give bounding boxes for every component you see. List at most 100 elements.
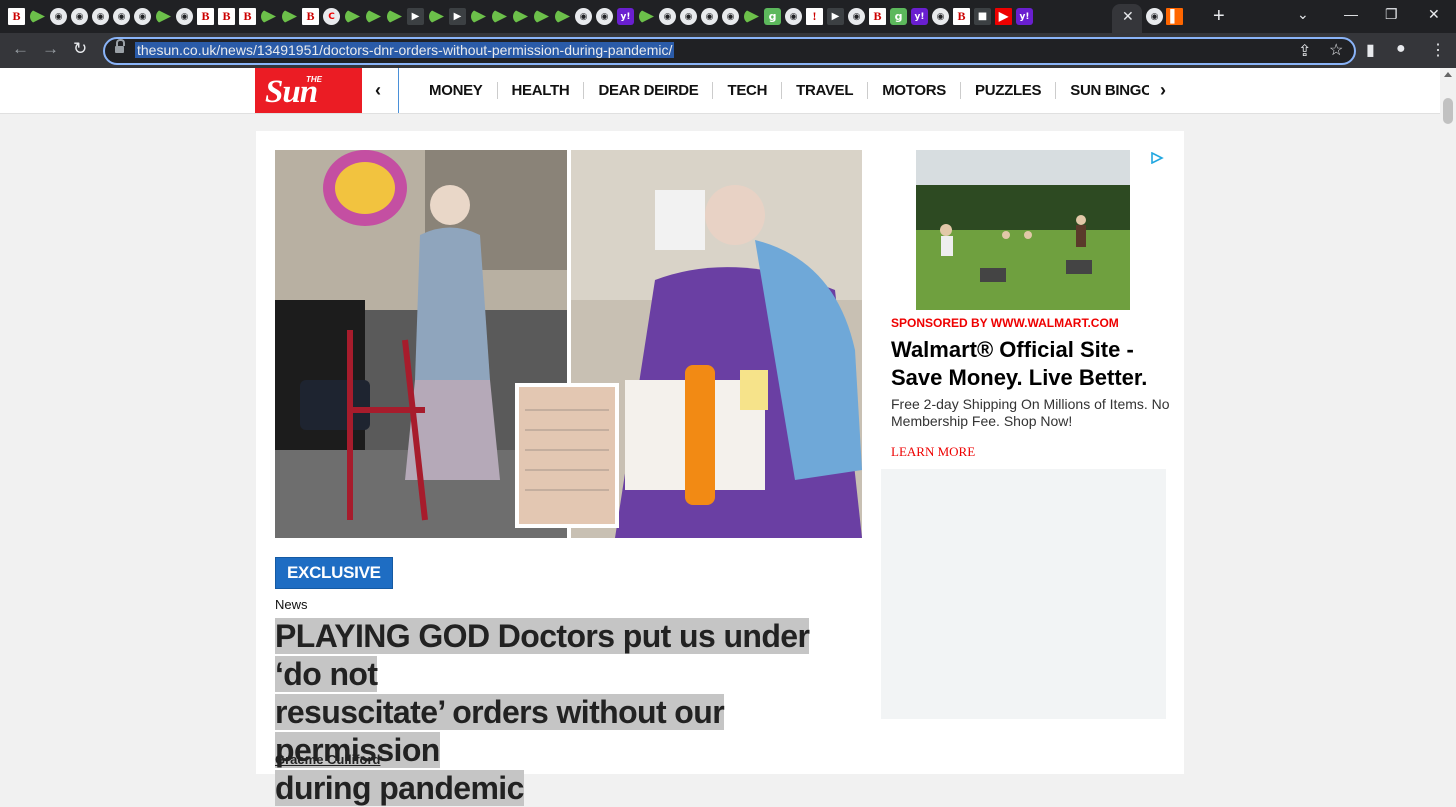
nav-item[interactable]: TRAVEL	[781, 82, 867, 99]
tab-globe-icon[interactable]: ◉	[1146, 8, 1163, 25]
tab-youtube-icon[interactable]: ▶	[995, 8, 1012, 25]
tab-bi-icon[interactable]: B	[218, 8, 235, 25]
tab-globe-icon[interactable]: ◉	[785, 8, 802, 25]
ad-photo	[916, 150, 1130, 310]
tab-globe-icon[interactable]: ◉	[596, 8, 613, 25]
tab-play-icon[interactable]	[344, 8, 361, 25]
tab-g-icon[interactable]: g	[890, 8, 907, 25]
star-icon[interactable]: ☆	[1329, 40, 1343, 60]
tab-globe-icon[interactable]: ◉	[932, 8, 949, 25]
tab-play-icon[interactable]	[638, 8, 655, 25]
nav-item[interactable]: SUN BINGO	[1055, 82, 1149, 99]
tab-play-icon[interactable]	[470, 8, 487, 25]
reload-icon[interactable]: ↻	[73, 39, 87, 59]
author-byline[interactable]: Graeme Culliford	[275, 752, 380, 767]
back-icon[interactable]: ←	[12, 39, 29, 59]
tab-globe-icon[interactable]: ◉	[134, 8, 151, 25]
tab-yahoo-icon[interactable]: y!	[617, 8, 634, 25]
close-window-icon[interactable]: ✕	[1428, 6, 1440, 23]
adchoices-icon[interactable]	[1150, 152, 1164, 164]
tab-globe-icon[interactable]: ◉	[848, 8, 865, 25]
page-scrollbar[interactable]	[1440, 68, 1456, 774]
profile-icon[interactable]: ●	[1396, 40, 1406, 58]
tab-arrow-icon[interactable]: ▶	[449, 8, 466, 25]
tab-bi-icon[interactable]: B	[953, 8, 970, 25]
sidebar-icon[interactable]: ▮	[1366, 40, 1375, 60]
ad-placeholder	[881, 469, 1166, 719]
tab-globe-icon[interactable]: ◉	[113, 8, 130, 25]
tab-bi-icon[interactable]: B	[869, 8, 886, 25]
tab-play-icon[interactable]	[554, 8, 571, 25]
tab-yahoo-icon[interactable]: y!	[911, 8, 928, 25]
share-icon[interactable]: ⇪	[1298, 41, 1311, 61]
tab-c-icon[interactable]: C	[323, 8, 340, 25]
tab-globe-icon[interactable]: ◉	[71, 8, 88, 25]
article-page: EXCLUSIVE News PLAYING GOD Doctors put u…	[256, 131, 1184, 806]
tab-close-icon[interactable]: ✕	[1122, 8, 1134, 25]
the-sun-logo[interactable]: THE Sun	[255, 68, 362, 113]
scroll-up-icon[interactable]	[1444, 72, 1452, 77]
tab-yahoo-icon[interactable]: y!	[1016, 8, 1033, 25]
hero-photo-collage	[275, 150, 862, 538]
tab-play-icon[interactable]	[428, 8, 445, 25]
tab-play-icon[interactable]	[386, 8, 403, 25]
tab-play-icon[interactable]	[491, 8, 508, 25]
tab-g-icon[interactable]: g	[764, 8, 781, 25]
tab-globe-icon[interactable]: ◉	[722, 8, 739, 25]
tab-arrow-icon[interactable]: ▶	[407, 8, 424, 25]
tab-play-icon[interactable]	[155, 8, 172, 25]
minimize-icon[interactable]: —	[1344, 6, 1358, 22]
site-nav: THE Sun ‹ MONEY HEALTH DEAR DEIRDE TECH TRAV…	[0, 68, 1440, 114]
exclusive-badge: EXCLUSIVE	[275, 557, 393, 589]
nav-item[interactable]: DEAR DEIRDE	[583, 82, 712, 99]
ad-title[interactable]: Walmart® Official Site - Save Money. Liv…	[891, 336, 1171, 392]
tab-play-icon[interactable]	[743, 8, 760, 25]
tab-play-icon[interactable]	[512, 8, 529, 25]
maximize-icon[interactable]: ❐	[1385, 6, 1398, 23]
tab-arrow-icon[interactable]: ▶	[827, 8, 844, 25]
nav-item[interactable]: HEALTH	[496, 82, 584, 99]
tab-play-icon[interactable]	[29, 8, 46, 25]
lock-icon[interactable]	[115, 39, 125, 53]
tab-bi-icon[interactable]: B	[197, 8, 214, 25]
tab-play-icon[interactable]	[533, 8, 550, 25]
tab-globe-icon[interactable]: ◉	[701, 8, 718, 25]
nav-item[interactable]: TECH	[712, 82, 781, 99]
tab-bi-icon[interactable]: B	[8, 8, 25, 25]
tab-bookmark-icon[interactable]: ▌	[1166, 8, 1183, 25]
tab-bi-icon[interactable]: B	[239, 8, 256, 25]
scroll-thumb[interactable]	[1443, 98, 1453, 124]
chevron-right-icon[interactable]: ›	[1160, 80, 1166, 101]
tab-play-icon[interactable]	[281, 8, 298, 25]
ad-text[interactable]: Free 2-day Shipping On Millions of Items…	[891, 396, 1171, 430]
tab-globe-icon[interactable]: ◉	[50, 8, 67, 25]
tab-globe-icon[interactable]: ◉	[92, 8, 109, 25]
tab-play-icon[interactable]	[260, 8, 277, 25]
headline: PLAYING GOD Doctors put us under ‘do not…	[275, 617, 860, 807]
tab-globe-icon[interactable]: ◉	[659, 8, 676, 25]
tab-globe-icon[interactable]: ◉	[680, 8, 697, 25]
nav-item[interactable]: PUZZLES	[959, 82, 1055, 99]
tab-cube-icon[interactable]: ■	[974, 8, 991, 25]
menu-icon[interactable]: ⋮	[1430, 40, 1446, 60]
forward-icon[interactable]: →	[42, 39, 59, 59]
tab-globe-icon[interactable]: ◉	[176, 8, 193, 25]
tab-pin-icon[interactable]: !	[806, 8, 823, 25]
tab-play-icon[interactable]	[365, 8, 382, 25]
headline-line: during pandemic	[275, 770, 524, 806]
nav-item[interactable]: MOTORS	[867, 82, 960, 99]
new-tab-button[interactable]: +	[1213, 5, 1225, 28]
ad-learn-more-link[interactable]: LEARN MORE	[891, 444, 975, 460]
nav-item[interactable]: MONEY	[399, 82, 497, 99]
tab-bi-icon[interactable]: B	[302, 8, 319, 25]
chevron-left-icon[interactable]: ‹	[375, 80, 381, 101]
ad-image[interactable]	[916, 150, 1130, 310]
address-bar[interactable]: thesun.co.uk/news/13491951/doctors-dnr-o…	[103, 37, 1356, 65]
url-text[interactable]: thesun.co.uk/news/13491951/doctors-dnr-o…	[135, 42, 675, 58]
tab-globe-icon[interactable]: ◉	[575, 8, 592, 25]
hero-image[interactable]	[275, 150, 862, 538]
ad-sponsor[interactable]: SPONSORED BY WWW.WALMART.COM	[891, 316, 1119, 330]
tab-search-icon[interactable]: ⌄	[1297, 6, 1309, 23]
section-label[interactable]: News	[275, 597, 308, 612]
logo-sun: Sun	[265, 74, 318, 110]
